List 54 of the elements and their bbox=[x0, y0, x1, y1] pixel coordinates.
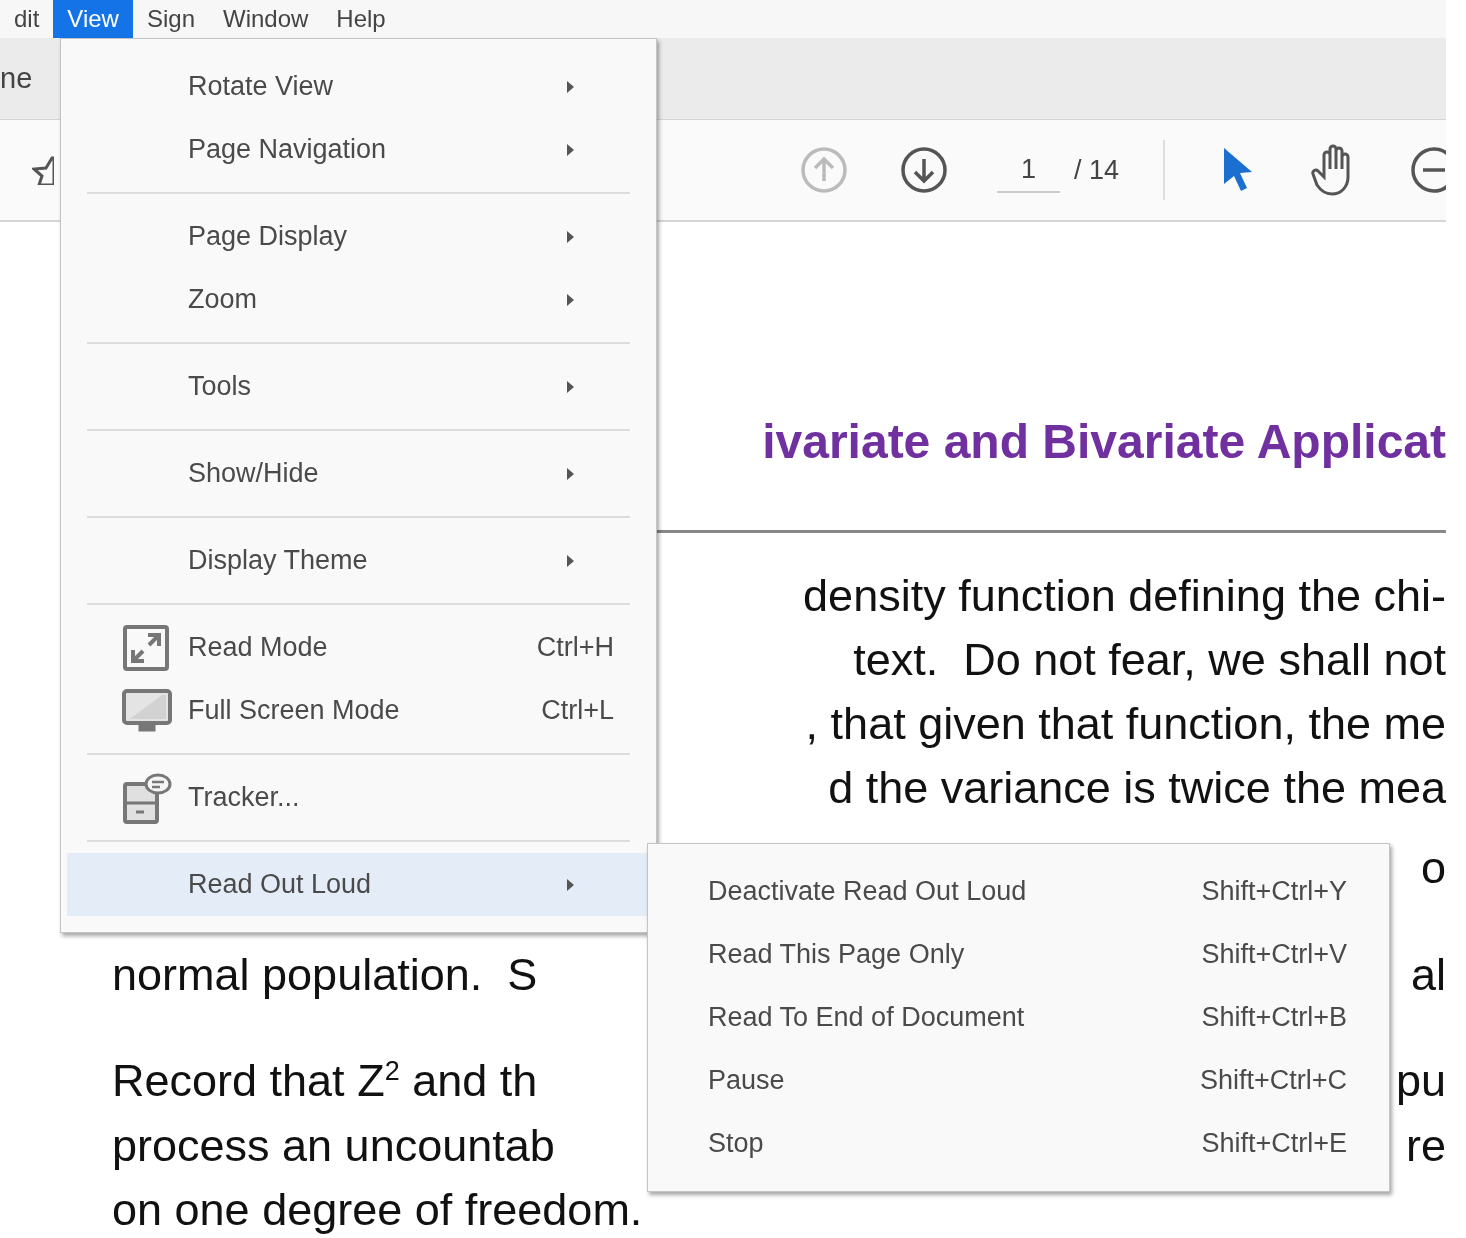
menu-item[interactable]: Full Screen Mode Ctrl+L bbox=[67, 679, 650, 742]
menu-item[interactable]: Deactivate Read Out Loud Shift+Ctrl+Y bbox=[654, 860, 1383, 923]
menu-bar-item[interactable]: Sign bbox=[132, 0, 209, 38]
menu-bar-item[interactable]: Window bbox=[209, 0, 323, 38]
shortcut-text: Shift+Ctrl+E bbox=[1201, 1128, 1347, 1159]
menu-item[interactable]: Page Display bbox=[67, 205, 650, 268]
shortcut-text: Shift+Ctrl+B bbox=[1201, 1002, 1347, 1033]
submenu-arrow-icon bbox=[567, 230, 574, 243]
submenu-arrow-icon bbox=[567, 467, 574, 480]
body-text: o bbox=[1420, 841, 1446, 895]
menu-item[interactable]: Rotate View bbox=[67, 55, 650, 118]
page-number-field[interactable]: 1 bbox=[996, 147, 1060, 193]
page-count: / 14 bbox=[1073, 154, 1119, 186]
body-text: density function defining the chi- bbox=[803, 569, 1446, 623]
submenu-arrow-icon bbox=[567, 380, 574, 393]
menu-item[interactable]: Page Navigation bbox=[67, 118, 650, 181]
submenu-arrow-icon bbox=[567, 143, 574, 156]
submenu-arrow-icon bbox=[567, 293, 574, 306]
menu-item[interactable]: Tools bbox=[67, 355, 650, 418]
tab-label[interactable]: ne bbox=[0, 62, 33, 95]
star-icon[interactable] bbox=[32, 155, 54, 185]
menu-item[interactable]: Display Theme bbox=[67, 529, 650, 592]
body-text: Record that Z$^{2}$ and th bbox=[112, 1054, 538, 1108]
body-text: process an uncountab bbox=[112, 1119, 555, 1173]
menu-bar-item[interactable]: View bbox=[53, 0, 133, 38]
body-text: al bbox=[1410, 948, 1446, 1002]
menu-item[interactable]: Tracker... bbox=[67, 766, 650, 829]
shortcut-text: Ctrl+H bbox=[536, 632, 614, 663]
body-text: re bbox=[1406, 1119, 1446, 1173]
shortcut-text: Shift+Ctrl+C bbox=[1199, 1065, 1347, 1096]
body-text: normal population. S bbox=[112, 948, 538, 1002]
menu-item[interactable]: Zoom bbox=[67, 268, 650, 331]
body-text: on one degree of freedom. bbox=[112, 1183, 643, 1237]
menu-item[interactable]: Show/Hide bbox=[67, 442, 650, 505]
zoom-out-icon[interactable] bbox=[1410, 146, 1446, 194]
submenu-arrow-icon bbox=[567, 554, 574, 567]
body-text: text. Do not fear, we shall not bbox=[853, 633, 1446, 687]
submenu-arrow-icon bbox=[567, 878, 574, 891]
shortcut-text: Ctrl+L bbox=[541, 695, 614, 726]
shortcut-text: Shift+Ctrl+V bbox=[1201, 939, 1347, 970]
next-page-button[interactable] bbox=[899, 146, 948, 194]
menu-item[interactable]: Stop Shift+Ctrl+E bbox=[654, 1112, 1383, 1175]
menu-item[interactable]: Read This Page Only Shift+Ctrl+V bbox=[654, 923, 1383, 986]
menu-bar-item[interactable]: Help bbox=[322, 0, 400, 38]
body-text: , that given that function, the me bbox=[805, 697, 1446, 751]
submenu-arrow-icon bbox=[567, 80, 574, 93]
shortcut-text: Shift+Ctrl+Y bbox=[1201, 876, 1347, 907]
body-text: d the variance is twice the mea bbox=[828, 761, 1446, 815]
menu-item[interactable]: Read Mode Ctrl+H bbox=[67, 616, 650, 679]
menu-item[interactable]: Pause Shift+Ctrl+C bbox=[654, 1049, 1383, 1112]
menu-bar-item[interactable]: dit bbox=[0, 0, 54, 38]
body-text: pu bbox=[1395, 1054, 1446, 1108]
menu-item[interactable]: Read Out Loud bbox=[67, 853, 650, 916]
menu-item[interactable]: Read To End of Document Shift+Ctrl+B bbox=[654, 986, 1383, 1049]
